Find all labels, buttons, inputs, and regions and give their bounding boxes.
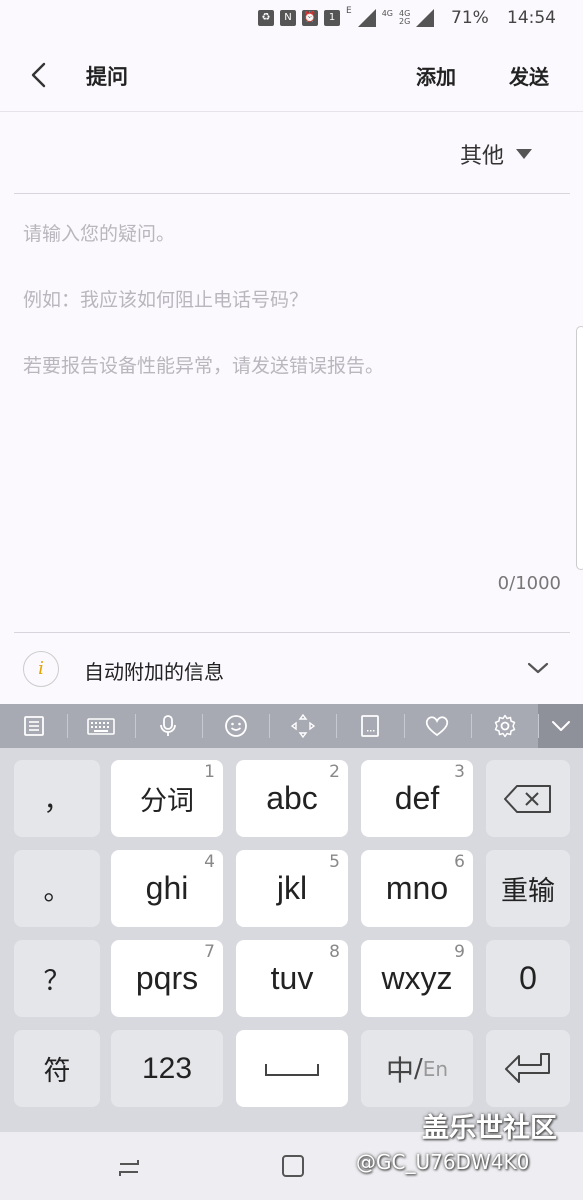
key-label: 。: [43, 876, 71, 907]
emoji-icon[interactable]: [201, 704, 269, 748]
4g-icon: 4G: [381, 9, 393, 18]
backspace-key[interactable]: [486, 760, 570, 837]
key-number: 5: [329, 852, 340, 872]
e-network-icon: E: [346, 6, 352, 16]
enter-icon: [505, 1052, 550, 1083]
battery-percent: 71%: [451, 8, 489, 28]
category-dropdown[interactable]: 其他: [460, 137, 533, 171]
home-icon[interactable]: [281, 1154, 305, 1178]
key-7[interactable]: pqrs 7: [111, 940, 223, 1017]
key-label: 分词: [140, 786, 194, 817]
key-number: 1: [204, 762, 215, 782]
question-input[interactable]: [14, 196, 570, 606]
key-label: ，: [43, 786, 71, 817]
key-0[interactable]: 0: [486, 940, 570, 1017]
lang-en: En: [422, 1056, 449, 1081]
scroll-handle[interactable]: [576, 326, 583, 570]
key-4[interactable]: ghi 4: [111, 850, 223, 927]
add-button[interactable]: 添加: [416, 61, 456, 90]
space-key[interactable]: [236, 1030, 348, 1107]
key-8[interactable]: tuv 8: [236, 940, 348, 1017]
key-label: ？: [43, 966, 71, 997]
info-icon: i: [23, 651, 59, 687]
key-label: ghi: [145, 870, 189, 906]
char-count: 0/1000: [497, 573, 561, 594]
key-2[interactable]: abc 2: [236, 760, 348, 837]
status-bar: ♻ N ⏰ 1 E 4G 4G 2G 71% 14:54: [0, 0, 583, 38]
key-label: 123: [141, 1051, 193, 1085]
recycle-icon: ♻: [258, 10, 274, 26]
question-hint: 例如：我应该如何阻止电话号码？: [23, 289, 309, 311]
language-switch-key[interactable]: 中 / En: [361, 1030, 473, 1107]
key-period[interactable]: 。: [14, 850, 100, 927]
key-6[interactable]: mno 6: [361, 850, 473, 927]
nfc-icon: N: [280, 10, 296, 26]
key-number: 4: [204, 852, 215, 872]
app-bar: 提问 添加 发送: [0, 38, 583, 112]
signal-2-icon: [416, 9, 435, 27]
keyboard-toolbar: [0, 704, 583, 748]
back-icon[interactable]: [22, 58, 56, 92]
key-9[interactable]: wxyz 9: [361, 940, 473, 1017]
lang-separator: /: [413, 1053, 423, 1084]
key-label: wxyz: [381, 960, 453, 996]
numbers-key[interactable]: 123: [111, 1030, 223, 1107]
collapse-keyboard-icon[interactable]: [538, 704, 583, 748]
divider: [14, 632, 570, 633]
key-number: 7: [204, 942, 215, 962]
question-hint: 若要报告设备性能异常，请发送错误报告。: [23, 355, 385, 377]
auto-info-row[interactable]: i 自动附加的信息: [0, 634, 583, 704]
lang-zh: 中: [385, 1053, 414, 1087]
question-hint: 请输入您的疑问。: [23, 223, 176, 245]
key-question[interactable]: ？: [14, 940, 100, 1017]
key-number: 8: [329, 942, 340, 962]
symbols-key[interactable]: 符: [14, 1030, 100, 1107]
reinput-key[interactable]: 重输: [486, 850, 570, 927]
keyboard-icon[interactable]: [67, 704, 134, 748]
key-label: abc: [266, 780, 318, 816]
microphone-icon[interactable]: [134, 704, 202, 748]
space-icon: [265, 1063, 319, 1076]
clipboard-icon[interactable]: [0, 704, 67, 748]
status-icons: ♻ N ⏰ 1 E 4G 4G 2G: [258, 6, 435, 30]
clock: 14:54: [507, 8, 556, 28]
recent-apps-icon[interactable]: [116, 1158, 142, 1178]
alarm-icon: ⏰: [302, 10, 318, 26]
settings-icon[interactable]: [471, 704, 538, 748]
key-label: 0: [519, 960, 537, 996]
watermark-title: 盖乐世社区: [422, 1113, 557, 1144]
key-label: tuv: [270, 960, 314, 996]
handwriting-icon[interactable]: [336, 704, 403, 748]
page-title: 提问: [86, 65, 128, 89]
key-number: 2: [329, 762, 340, 782]
category-label: 其他: [460, 144, 505, 169]
key-number: 3: [454, 762, 465, 782]
sticker-heart-icon[interactable]: [403, 704, 471, 748]
chevron-down-icon[interactable]: [526, 656, 550, 680]
enter-key[interactable]: [486, 1030, 570, 1107]
key-3[interactable]: def 3: [361, 760, 473, 837]
key-label: pqrs: [135, 960, 199, 996]
key-number: 6: [454, 852, 465, 872]
watermark-handle: @GC_U76DW4K0: [356, 1150, 530, 1174]
key-label: 符: [43, 1056, 71, 1087]
sim-1-icon: 1: [324, 10, 340, 26]
keyboard: ， 分词 1 abc 2 def 3 。 ghi 4 jkl 5 mno 6 重输 ？ pq…: [0, 748, 583, 1132]
key-number: 9: [454, 942, 465, 962]
key-label: 重输: [501, 876, 555, 907]
key-label: jkl: [276, 870, 308, 906]
key-comma[interactable]: ，: [14, 760, 100, 837]
divider: [14, 193, 570, 194]
backspace-icon: [504, 784, 551, 813]
signal-icon: [357, 9, 376, 27]
key-5[interactable]: jkl 5: [236, 850, 348, 927]
caret-down-icon: [516, 149, 533, 159]
key-label: mno: [385, 870, 449, 906]
auto-info-label: 自动附加的信息: [84, 660, 224, 684]
cursor-move-icon[interactable]: [269, 704, 336, 748]
key-1[interactable]: 分词 1: [111, 760, 223, 837]
send-button[interactable]: 发送: [509, 61, 549, 90]
key-label: def: [394, 780, 440, 816]
4g-2g-icon: 4G 2G: [398, 9, 411, 26]
